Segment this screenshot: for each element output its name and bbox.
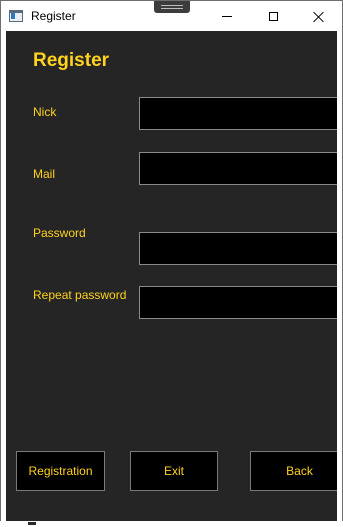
taskbar-mark (28, 522, 36, 525)
mail-label: Mail (33, 167, 56, 181)
close-button[interactable] (296, 1, 342, 32)
drag-grip-icon[interactable] (154, 1, 190, 13)
nick-input[interactable] (140, 98, 337, 129)
registration-button[interactable]: Registration (16, 451, 105, 491)
window-bottom-edge (0, 521, 343, 527)
maximize-button[interactable] (250, 1, 296, 32)
mail-field-box (139, 152, 337, 185)
nick-field-box (139, 97, 337, 130)
window-title: Register (31, 9, 76, 23)
maximize-icon (268, 12, 278, 21)
register-form: Register Nick Mail Password Repeat passw… (6, 31, 337, 521)
repeat-password-input[interactable] (140, 287, 337, 318)
back-button[interactable]: Back (250, 451, 337, 491)
repeat-password-field-box (139, 286, 337, 319)
minimize-button[interactable] (204, 1, 250, 32)
nick-label: Nick (33, 105, 57, 119)
page-title: Register (33, 50, 110, 71)
minimize-icon (222, 16, 232, 17)
exit-button[interactable]: Exit (130, 451, 218, 491)
password-label: Password (33, 226, 86, 240)
password-field-box (139, 232, 337, 265)
app-window-icon (9, 10, 23, 22)
mail-input[interactable] (140, 153, 337, 184)
password-input[interactable] (140, 233, 337, 264)
repeat-password-label: Repeat password (33, 288, 127, 302)
close-icon (313, 11, 325, 23)
